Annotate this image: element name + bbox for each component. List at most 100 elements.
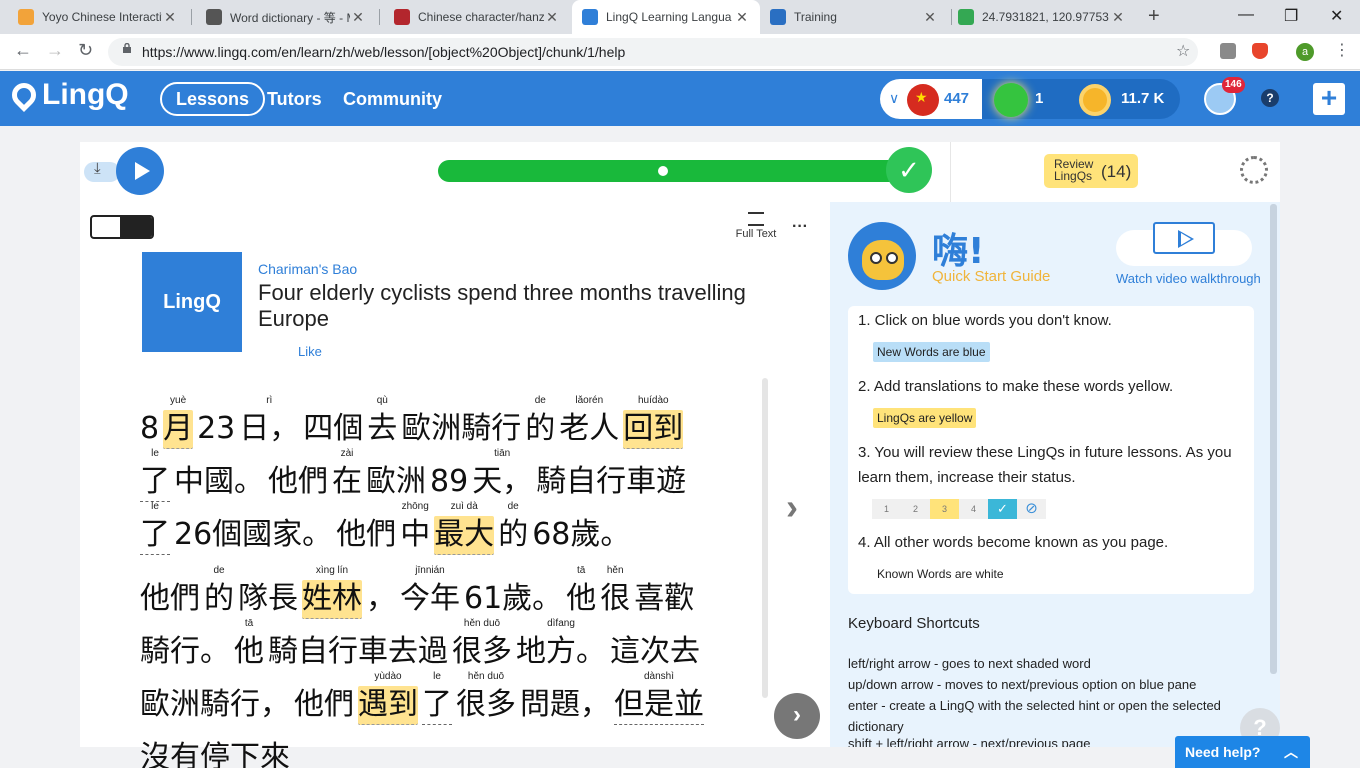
nav-community[interactable]: Community (343, 82, 442, 116)
chevron-down-icon[interactable]: ∨ (889, 90, 899, 107)
word[interactable]: 很多 hěn duō (456, 672, 516, 724)
reader-scrollbar[interactable] (762, 378, 768, 698)
play-audio-button[interactable] (116, 147, 164, 195)
new-word[interactable]: 了 le (140, 449, 170, 502)
word[interactable]: 他 tā (566, 566, 596, 618)
watch-video-link[interactable]: Watch video walkthrough (1116, 271, 1261, 286)
progress-handle[interactable] (658, 166, 668, 176)
word[interactable]: 歐洲 (366, 463, 426, 501)
word[interactable]: 很多 hěn duō (452, 619, 512, 671)
minimize-icon[interactable]: — (1238, 6, 1254, 24)
word[interactable]: 的 de (498, 502, 528, 554)
browser-tab[interactable]: 24.7931821, 120.97753 ✕ (948, 0, 1136, 34)
tab-close-icon[interactable]: ✕ (922, 9, 938, 26)
forward-icon[interactable]: → (46, 40, 64, 61)
reload-icon[interactable]: ↻ (78, 40, 93, 61)
review-lingqs-button[interactable]: Review LingQs (14) (1044, 154, 1138, 188)
word[interactable]: 61歲。 (464, 580, 562, 618)
lesson-progress-bar[interactable] (438, 160, 908, 182)
word[interactable]: 騎自行車去過 (268, 633, 448, 671)
full-text-button[interactable]: Full Text (728, 212, 784, 240)
back-icon[interactable]: ← (14, 40, 32, 61)
word[interactable]: 隊長 (238, 580, 298, 618)
browser-tab[interactable]: Training ✕ (760, 0, 948, 34)
word[interactable]: 地方。 dìfang (516, 619, 606, 671)
new-word[interactable]: 了 le (140, 502, 170, 555)
word[interactable]: 在 zài (332, 449, 362, 501)
url-field[interactable]: https://www.lingq.com/en/learn/zh/web/le… (108, 38, 1198, 66)
browser-tab[interactable]: LingQ Learning Langua ✕ (572, 0, 760, 34)
browser-tab[interactable]: Chinese character/hanz ✕ (384, 0, 570, 34)
word[interactable]: 中國。 (174, 463, 264, 501)
tab-close-icon[interactable]: ✕ (734, 9, 750, 26)
word[interactable]: 歐洲騎行， (140, 686, 290, 724)
word[interactable]: 26個國家。 (174, 516, 332, 554)
word[interactable]: 老人 lǎorén (559, 396, 619, 448)
settings-gear-icon[interactable] (1240, 156, 1268, 184)
video-play-icon[interactable] (1153, 222, 1215, 254)
new-tab-button[interactable]: + (1148, 5, 1160, 28)
word[interactable]: 騎自行車遊 (536, 463, 686, 501)
complete-lesson-button[interactable]: ✓ (886, 147, 932, 193)
apple-icon[interactable] (994, 83, 1028, 117)
need-help-button[interactable]: Need help? ︿ (1175, 736, 1310, 768)
help-scrollbar[interactable] (1270, 204, 1277, 674)
browser-tab[interactable]: Word dictionary - 等 - M ✕ (196, 0, 376, 34)
lesson-source[interactable]: Chariman's Bao (258, 261, 357, 277)
lingq-word[interactable]: 回到 huídào (623, 396, 684, 449)
new-word[interactable]: 了 le (422, 672, 452, 725)
word[interactable]: 他們 (268, 463, 328, 501)
word[interactable]: 68歲。 (532, 516, 630, 554)
lingq-word[interactable]: 月 yuè (163, 396, 194, 449)
browser-tab[interactable]: Yoyo Chinese Interactiv ✕ (8, 0, 188, 34)
profile-avatar[interactable]: a (1296, 43, 1314, 61)
help-icon[interactable]: ? (1261, 89, 1279, 107)
new-word[interactable]: 但是並 dànshì (614, 672, 704, 725)
tab-close-icon[interactable]: ✕ (162, 9, 178, 26)
word[interactable]: 問題， (520, 686, 610, 724)
lingq-logo[interactable]: LingQ (7, 78, 129, 112)
more-options-icon[interactable]: ··· (792, 218, 808, 236)
word[interactable]: 他 tā (234, 619, 264, 671)
nav-lessons[interactable]: Lessons (160, 82, 266, 116)
word[interactable]: 中 zhōng (400, 502, 430, 554)
word[interactable]: 四個 (303, 410, 363, 448)
lingq-word[interactable]: 遇到 yùdào (358, 672, 418, 725)
next-page-button[interactable]: › (774, 693, 820, 739)
bookmark-star-icon[interactable]: ☆ (1176, 41, 1190, 61)
word[interactable]: 喜歡 (634, 580, 694, 618)
tab-close-icon[interactable]: ✕ (544, 9, 560, 26)
word[interactable]: 的 de (204, 566, 234, 618)
word[interactable]: 他們 (294, 686, 354, 724)
shield-extension-icon[interactable] (1252, 43, 1268, 59)
word[interactable]: 騎行。 (140, 633, 230, 671)
extension-icon[interactable] (1220, 43, 1236, 59)
word[interactable]: ， (366, 580, 396, 618)
view-mode-toggle[interactable] (90, 215, 154, 239)
word[interactable]: 他們 (336, 516, 396, 554)
tab-close-icon[interactable]: ✕ (350, 9, 366, 26)
browser-menu-icon[interactable]: ⋮ (1334, 40, 1350, 60)
word[interactable]: 很 hěn (600, 566, 630, 618)
lingq-word[interactable]: 最大 zuì dà (434, 502, 495, 555)
close-window-icon[interactable]: ✕ (1330, 6, 1343, 26)
coin-icon[interactable] (1079, 84, 1111, 116)
word[interactable]: 天， tiān (472, 449, 532, 501)
word[interactable]: 23 (197, 410, 235, 448)
add-content-button[interactable]: + (1313, 83, 1345, 115)
word[interactable]: 今年 jīnnián (400, 566, 460, 618)
word[interactable]: 的 de (525, 396, 555, 448)
word[interactable]: 去 qù (367, 396, 397, 448)
word[interactable]: 89 (430, 463, 468, 501)
download-button[interactable] (84, 162, 120, 182)
tab-close-icon[interactable]: ✕ (1110, 9, 1126, 26)
word[interactable]: 這次去 (610, 633, 700, 671)
next-page-arrow-icon[interactable]: › (786, 486, 798, 528)
word[interactable]: 日， rì (239, 396, 299, 448)
word[interactable]: 沒有停下來 (140, 739, 290, 768)
nav-tutors[interactable]: Tutors (267, 82, 322, 116)
word[interactable]: 他們 (140, 580, 200, 618)
like-button[interactable]: Like (298, 344, 322, 359)
word[interactable]: 8 (140, 410, 159, 448)
word[interactable]: 歐洲騎行 (401, 410, 521, 448)
